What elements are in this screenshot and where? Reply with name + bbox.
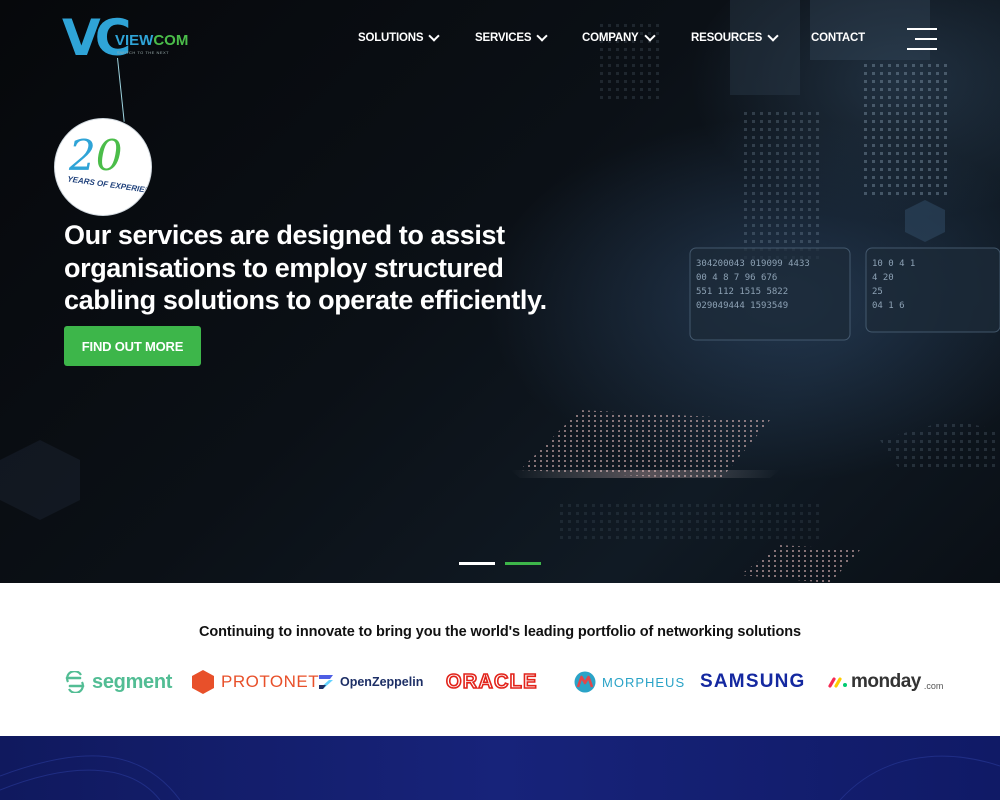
oracle-logo[interactable]: ORACLE [445,664,538,700]
logo-wordmark: VIEWCOM [115,32,189,49]
find-out-more-button[interactable]: FIND OUT MORE [64,326,201,366]
partners-title: Continuing to innovate to bring you the … [199,624,801,640]
nav-item-company[interactable]: COMPANY [582,30,656,44]
nav-item-resources[interactable]: RESOURCES [691,30,779,44]
openzeppelin-logo[interactable]: OpenZeppelin [318,664,423,700]
hero-headline: Our services are designed to assist orga… [64,220,547,315]
nav-item-solutions[interactable]: SOLUTIONS [358,30,440,44]
segment-wordmark: segment [92,670,173,693]
viewcom-logo[interactable]: VC VIEWCOM SWITCH TO THE NEXT [62,10,212,70]
oracle-wordmark: ORACLE [445,670,538,694]
partner-logos: segment PROTONET OpenZeppelin ORACLE MOR… [0,664,1000,700]
morpheus-wordmark: MORPHEUS [602,674,686,690]
morpheus-logo[interactable]: MORPHEUS [574,664,685,700]
band-wave-art [0,755,1000,800]
hamburger-menu-icon[interactable] [905,28,937,50]
svg-text:04 1 6: 04 1 6 [872,301,905,311]
protonet-wordmark: PROTONET [221,672,320,691]
svg-text:4 20: 4 20 [872,273,894,283]
svg-text:551 112 1515 5822: 551 112 1515 5822 [696,287,788,297]
svg-text:00 4 8 7 96 676: 00 4 8 7 96 676 [696,273,777,283]
next-section-band [0,736,1000,800]
badge-number: 20 [69,131,123,180]
svg-text:25: 25 [872,287,883,297]
nav-label: SOLUTIONS [358,32,424,44]
chevron-down-icon [643,30,656,42]
segment-icon [65,671,85,693]
logo-tagline: SWITCH TO THE NEXT [117,50,170,55]
svg-text:029049444 1593549: 029049444 1593549 [696,301,788,311]
monday-logo[interactable]: monday .com [828,664,943,700]
monday-suffix: .com [923,681,944,691]
nav-item-services[interactable]: SERVICES [475,30,549,44]
svg-text:304200043 019099 4433: 304200043 019099 4433 [696,259,810,269]
morpheus-icon [574,671,596,693]
protonet-logo[interactable]: PROTONET [191,664,319,700]
hero-banner: 304200043 019099 4433 00 4 8 7 96 676 55… [0,0,1000,583]
slide-dot-2[interactable] [505,562,541,565]
nav-label: CONTACT [811,32,865,44]
segment-logo[interactable]: segment [64,664,172,700]
monday-wordmark: monday [851,671,921,692]
samsung-wordmark: SAMSUNG [700,671,806,692]
slide-dot-1[interactable] [459,562,495,565]
chevron-down-icon [428,30,440,42]
openzeppelin-wordmark: OpenZeppelin [340,675,424,689]
chevron-down-icon [767,30,779,42]
nav-label: SERVICES [475,32,532,44]
svg-text:10 0 4 1: 10 0 4 1 [872,259,915,269]
chevron-down-icon [536,30,549,42]
protonet-hexagon-icon [192,670,214,694]
nav-label: RESOURCES [691,32,763,44]
nav-label: COMPANY [582,32,639,44]
openzeppelin-icon [319,675,333,689]
monday-icon [828,677,847,688]
nav-item-contact[interactable]: CONTACT [811,32,865,44]
years-experience-badge: 20 YEARS OF EXPERIENCE [54,118,152,216]
samsung-logo[interactable]: SAMSUNG [700,664,806,700]
